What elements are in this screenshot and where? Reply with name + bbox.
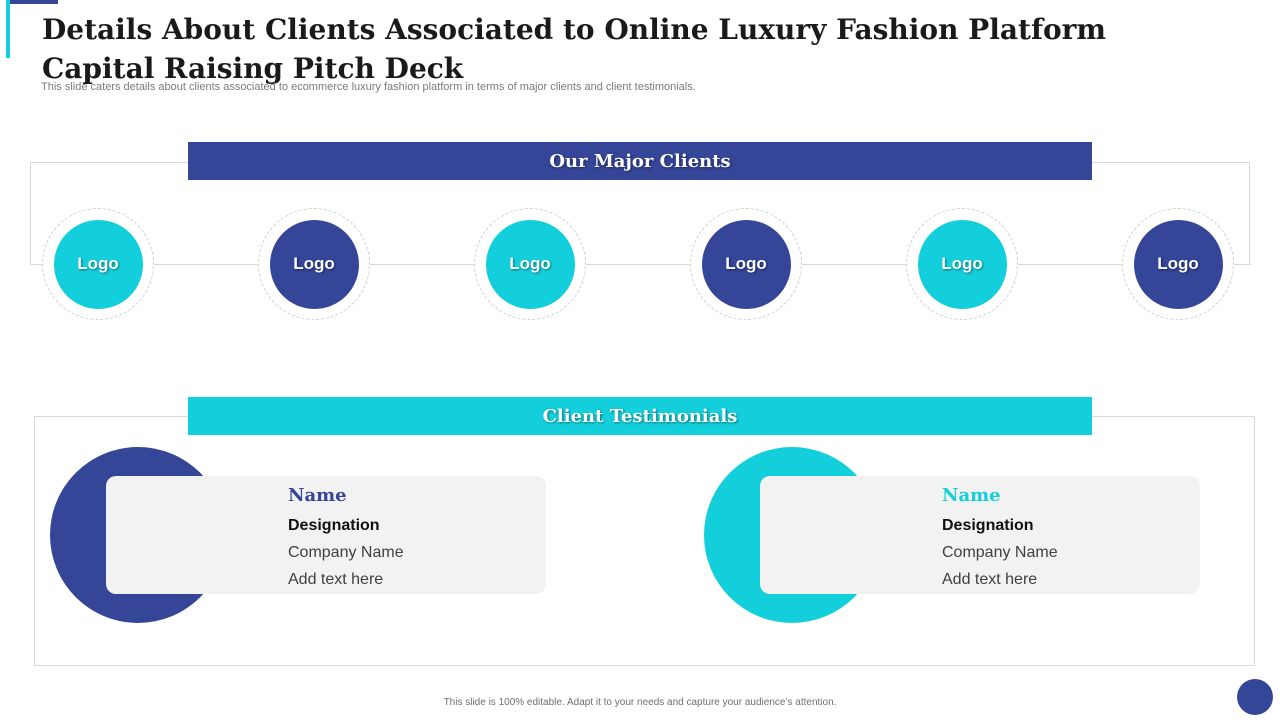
- client-logo-label: Logo: [1133, 219, 1223, 309]
- slide: Details About Clients Associated to Onli…: [0, 0, 1280, 720]
- testimonial-name: Name: [288, 485, 347, 506]
- major-clients-heading: Our Major Clients: [188, 142, 1092, 180]
- accent-bar-horizontal: [10, 0, 58, 4]
- testimonial-text: Add text here: [288, 571, 384, 588]
- client-logo-3: Logo: [474, 208, 586, 320]
- footer-note: This slide is 100% editable. Adapt it to…: [443, 697, 837, 708]
- testimonial-company: Company Name: [942, 544, 1058, 561]
- testimonial-name: Name: [942, 485, 1001, 506]
- client-logo-1: Logo: [42, 208, 154, 320]
- client-logo-2: Logo: [258, 208, 370, 320]
- corner-decoration: [1237, 679, 1273, 715]
- client-logo-5: Logo: [906, 208, 1018, 320]
- testimonial-card-2: Name Designation Company Name Add text h…: [760, 476, 1200, 594]
- client-testimonials-heading: Client Testimonials: [188, 397, 1092, 435]
- page-title: Details About Clients Associated to Onli…: [42, 13, 1107, 85]
- testimonial-designation: Designation: [942, 517, 1034, 534]
- client-logo-4: Logo: [690, 208, 802, 320]
- client-logo-label: Logo: [701, 219, 791, 309]
- testimonial-company: Company Name: [288, 544, 404, 561]
- client-logo-label: Logo: [917, 219, 1007, 309]
- testimonial-text: Add text here: [942, 571, 1038, 588]
- client-logo-6: Logo: [1122, 208, 1234, 320]
- testimonial-card-1: Name Designation Company Name Add text h…: [106, 476, 546, 594]
- client-logo-label: Logo: [485, 219, 575, 309]
- testimonial-designation: Designation: [288, 517, 380, 534]
- page-subtitle: This slide caters details about clients …: [41, 81, 696, 93]
- accent-bar-vertical: [6, 0, 10, 58]
- clients-connector-line: [30, 264, 1251, 265]
- client-logo-label: Logo: [53, 219, 143, 309]
- client-logo-label: Logo: [269, 219, 359, 309]
